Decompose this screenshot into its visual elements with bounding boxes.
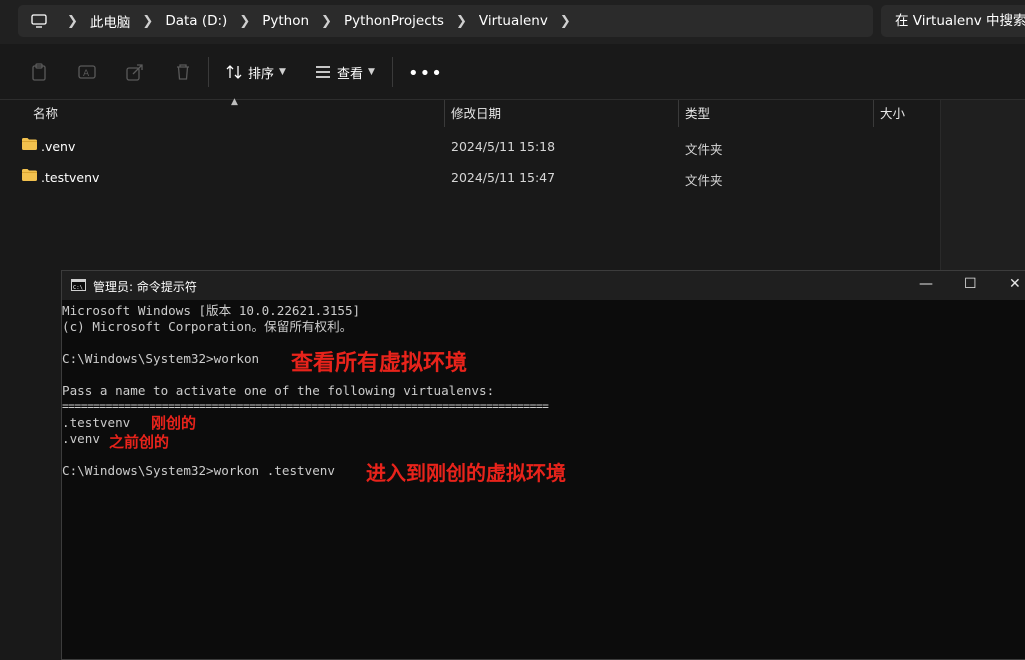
cmd-window[interactable]: C:\ 管理员: 命令提示符 — ☐ ✕ Microsoft Windows […	[61, 270, 1025, 660]
search-input[interactable]: 在 Virtualenv 中搜索	[881, 5, 1025, 37]
paste-icon[interactable]	[30, 63, 48, 81]
rename-icon[interactable]: A	[78, 63, 96, 81]
chevron-right-icon[interactable]: ❯	[67, 14, 78, 29]
share-icon[interactable]	[126, 63, 144, 81]
cmd-title-bar[interactable]: C:\ 管理员: 命令提示符 — ☐ ✕	[62, 271, 1025, 300]
toolbar-divider	[392, 57, 393, 87]
chevron-right-icon[interactable]: ❯	[456, 14, 467, 29]
column-header-size[interactable]: 大小	[880, 100, 905, 127]
annotation-just-created: 刚创的	[151, 414, 197, 432]
view-button[interactable]: 查看 ▼	[315, 59, 375, 85]
chevron-down-icon: ▼	[368, 67, 375, 77]
column-header-modified[interactable]: 修改日期	[451, 100, 501, 127]
svg-text:A: A	[83, 69, 90, 79]
terminal-line: .venv	[62, 431, 100, 446]
sort-label: 排序	[248, 66, 275, 82]
folder-icon	[22, 169, 37, 181]
breadcrumb-item[interactable]: Data (D:)	[165, 13, 227, 29]
column-divider[interactable]	[678, 100, 679, 127]
list-item[interactable]: .venv 2024/5/11 15:18 文件夹	[0, 131, 940, 161]
chevron-right-icon[interactable]: ❯	[560, 14, 571, 29]
column-header-type[interactable]: 类型	[685, 100, 710, 127]
terminal-line: Microsoft Windows [版本 10.0.22621.3155]	[62, 303, 361, 318]
view-label: 查看	[337, 66, 364, 82]
maximize-button[interactable]: ☐	[964, 276, 977, 292]
terminal-line: Pass a name to activate one of the follo…	[62, 383, 495, 398]
terminal-line: C:\Windows\System32>workon .testvenv	[62, 463, 335, 478]
delete-icon[interactable]	[174, 63, 192, 81]
terminal-line: C:\Windows\System32>workon	[62, 351, 260, 366]
address-bar: ❯ 此电脑 ❯ Data (D:) ❯ Python ❯ PythonProje…	[0, 0, 1025, 44]
chevron-down-icon: ▼	[279, 67, 286, 77]
sort-ascending-icon: ▲	[231, 97, 238, 107]
sort-button[interactable]: 排序 ▼	[226, 59, 286, 85]
file-type: 文件夹	[685, 142, 723, 157]
annotation-enter-env: 进入到刚创的虚拟环境	[366, 461, 566, 485]
chevron-right-icon[interactable]: ❯	[321, 14, 332, 29]
file-name: .testvenv	[41, 170, 100, 185]
more-options-button[interactable]: •••	[408, 63, 443, 84]
file-name: .venv	[41, 139, 76, 154]
terminal-line: ========================================…	[62, 400, 549, 413]
list-item[interactable]: .testvenv 2024/5/11 15:47 文件夹	[0, 162, 940, 192]
toolbar-divider	[208, 57, 209, 87]
cmd-icon: C:\	[71, 279, 86, 291]
cmd-title: 管理员: 命令提示符	[93, 280, 197, 294]
computer-icon[interactable]	[31, 14, 47, 28]
column-header-name[interactable]: 名称	[33, 100, 58, 127]
breadcrumb-item[interactable]: 此电脑	[90, 11, 131, 31]
file-modified: 2024/5/11 15:47	[451, 170, 556, 185]
breadcrumb-item[interactable]: Virtualenv	[479, 13, 548, 29]
breadcrumb[interactable]: ❯ 此电脑 ❯ Data (D:) ❯ Python ❯ PythonProje…	[18, 5, 873, 37]
file-modified: 2024/5/11 15:18	[451, 139, 556, 154]
minimize-button[interactable]: —	[919, 276, 933, 292]
sort-icon	[226, 65, 242, 79]
annotation-view-all: 查看所有虚拟环境	[291, 351, 468, 376]
terminal-line: (c) Microsoft Corporation。保留所有权利。	[62, 319, 353, 334]
breadcrumb-item[interactable]: Python	[262, 13, 309, 29]
view-icon	[316, 66, 330, 78]
chevron-right-icon[interactable]: ❯	[142, 14, 153, 29]
breadcrumb-item[interactable]: PythonProjects	[344, 13, 444, 29]
svg-text:C:\: C:\	[73, 285, 83, 291]
terminal-line: .testvenv	[62, 415, 131, 430]
column-divider[interactable]	[444, 100, 445, 127]
file-type: 文件夹	[685, 173, 723, 188]
close-button[interactable]: ✕	[1009, 276, 1021, 292]
folder-icon	[22, 138, 37, 150]
annotation-created-before: 之前创的	[109, 433, 170, 451]
chevron-right-icon[interactable]: ❯	[239, 14, 250, 29]
command-bar: A 排序 ▼ 查看 ▼ •••	[0, 44, 1025, 100]
column-divider[interactable]	[873, 100, 874, 127]
